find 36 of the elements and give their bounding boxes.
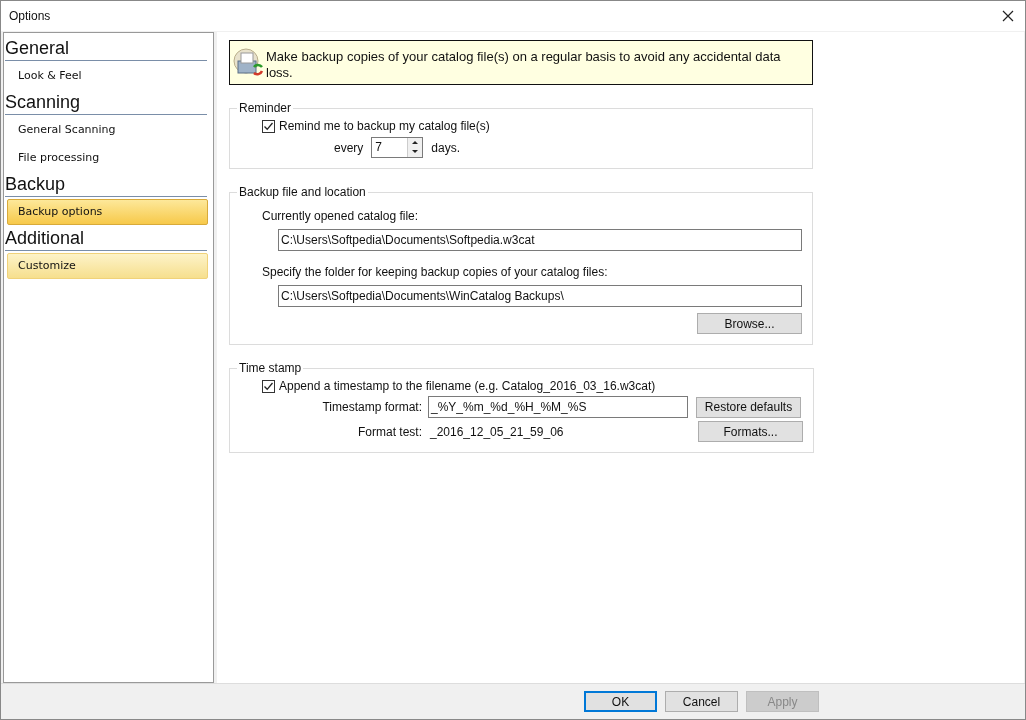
sidebar-item[interactable]: Backup options [7, 199, 208, 225]
sidebar-item[interactable]: Customize [7, 253, 208, 279]
field-label: Currently opened catalog file: [261, 209, 420, 223]
group-heading: Backup [5, 173, 207, 197]
group-legend: Time stamp [237, 361, 304, 375]
interval-spinner[interactable]: 7 [371, 137, 424, 158]
input-field[interactable]: _%Y_%m_%d_%H_%M_%S [428, 396, 688, 418]
browse-button[interactable]: Browse... [697, 313, 802, 334]
field-label: Format test: [357, 424, 423, 439]
input-field[interactable]: C:\Users\Softpedia\Documents\Softpedia.w3cat [278, 229, 802, 251]
checkbox-label: Append a timestamp to the filename (e.g. Catalog_2016_03_16.w3cat) [279, 379, 656, 393]
unit-label: days. [431, 140, 461, 155]
checkbox[interactable] [262, 379, 275, 393]
restore-defaults-button[interactable]: Restore defaults [696, 396, 801, 418]
checkbox-label: Remind me to backup my catalog file(s) [279, 119, 490, 133]
group-heading: General [5, 37, 207, 61]
group-heading: Scanning [5, 91, 207, 115]
close-icon[interactable] [1002, 10, 1014, 22]
checkbox[interactable] [262, 119, 275, 133]
sidebar-item[interactable]: Look & Feel [7, 63, 208, 89]
field-label: Timestamp format: [321, 400, 423, 414]
group-legend: Reminder [237, 101, 294, 115]
backup-box-icon [232, 47, 264, 79]
field-label: Specify the folder for keeping backup copies of your catalog files: [261, 265, 609, 279]
every-label: every [334, 140, 364, 155]
formats-button[interactable]: Formats... [698, 421, 803, 442]
format-test-value: _2016_12_05_21_59_06 [429, 424, 565, 439]
dialog-button[interactable]: OK [584, 691, 657, 712]
group-heading: Additional [5, 227, 207, 251]
sidebar-item[interactable]: File processing [7, 145, 208, 171]
group-legend: Backup file and location [237, 185, 368, 199]
window-title: Options [9, 9, 51, 23]
banner-text: Make backup copies of your catalog file(s) on a regular basis to avoid any accidental data loss. [266, 48, 782, 81]
sidebar-item[interactable]: General Scanning [7, 117, 208, 143]
dialog-button[interactable]: Cancel [665, 691, 738, 712]
input-field[interactable]: C:\Users\Softpedia\Documents\WinCatalog Backups\ [278, 285, 802, 307]
